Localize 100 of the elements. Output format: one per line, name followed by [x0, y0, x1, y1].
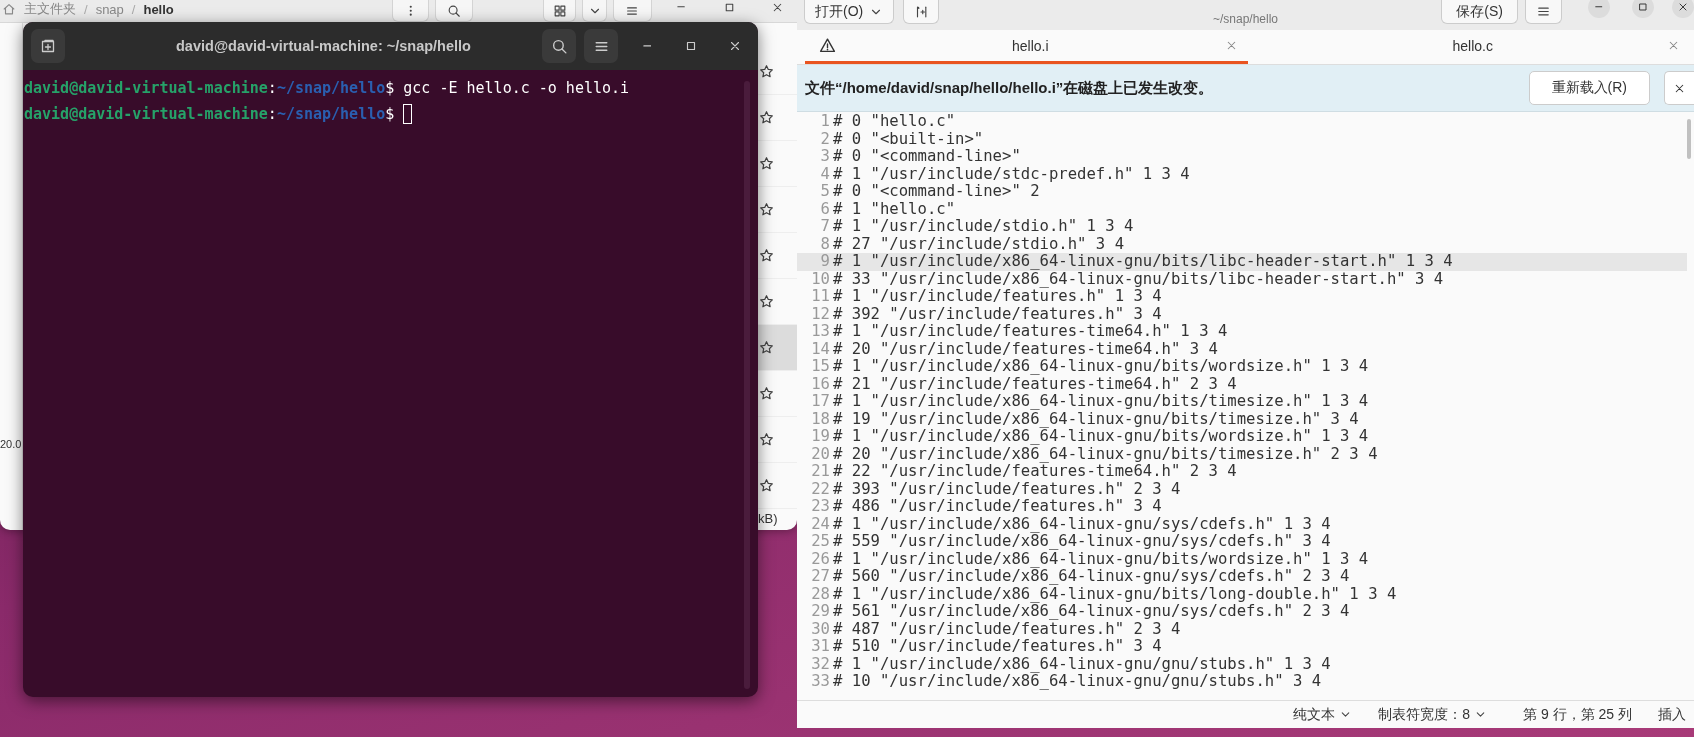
search-button[interactable]: [434, 0, 474, 22]
star-icon[interactable]: [759, 64, 774, 79]
code-line: # 1 "/usr/include/features.h" 1 3 4: [833, 288, 1162, 306]
star-icon[interactable]: [759, 340, 774, 355]
language-dropdown[interactable]: 纯文本: [1293, 705, 1353, 724]
size-text: 20.0: [0, 438, 22, 450]
code-line: # 1 "/usr/include/features-time64.h" 1 3 4: [833, 323, 1229, 341]
search-button[interactable]: [542, 29, 576, 63]
star-icon[interactable]: [759, 478, 774, 493]
new-document-icon: [914, 4, 929, 19]
code-line: # 10 "/usr/include/x86_64-linux-gnu/gnu/stubs.h" 3 4: [833, 673, 1323, 691]
size-text: kB): [757, 510, 779, 526]
scrollbar[interactable]: [1687, 119, 1691, 159]
line-number: 10: [810, 270, 831, 288]
menu-button[interactable]: [584, 29, 618, 63]
grid-icon: [552, 3, 567, 18]
code-line: # 0 "<built-in>": [833, 130, 985, 148]
line-number: 26: [810, 550, 831, 568]
code-line: # 1 "/usr/include/stdc-predef.h" 1 3 4: [833, 165, 1191, 183]
code-line: # 561 "/usr/include/x86_64-linux-gnu/sys/cdefs.h" 2 3 4: [833, 603, 1351, 621]
line-number: 12: [810, 305, 831, 323]
code-line: # 1 "/usr/include/stdio.h" 1 3 4: [833, 218, 1135, 236]
new-document-button[interactable]: [903, 0, 940, 24]
line-number: 13: [810, 323, 831, 341]
line-number: 28: [810, 585, 831, 603]
line-number: 30: [810, 620, 831, 638]
line-number: 17: [810, 393, 831, 411]
code-line: # 486 "/usr/include/features.h" 3 4: [833, 498, 1163, 516]
open-button[interactable]: 打开(O): [804, 0, 895, 24]
cursor-position: 第 9 行，第 25 列: [1523, 705, 1632, 724]
line-number: 15: [810, 358, 831, 376]
star-icon[interactable]: [759, 432, 774, 447]
code-line: # 0 "<command-line>" 2: [833, 183, 1041, 201]
line-number: 3: [819, 148, 831, 166]
new-tab-icon: [40, 38, 56, 54]
close-icon: [1677, 1, 1689, 13]
line-number: 20: [810, 445, 831, 463]
tab[interactable]: hello.c: [1247, 30, 1690, 64]
star-icon[interactable]: [759, 156, 774, 171]
line-number: 2: [819, 130, 831, 148]
close-button[interactable]: [1672, 0, 1694, 18]
line-number: 27: [810, 568, 831, 586]
line-number: 24: [810, 515, 831, 533]
breadcrumb-separator: /: [84, 1, 88, 17]
kebab-icon: [408, 4, 413, 17]
maximize-icon: [1637, 1, 1649, 13]
line-number: 8: [819, 235, 831, 253]
code-line: # 21 "/usr/include/features-time64.h" 2 3 4: [833, 375, 1237, 393]
line-number: 11: [810, 288, 831, 306]
tab-width-dropdown[interactable]: 制表符宽度：8: [1378, 705, 1488, 724]
code-line: # 20 "/usr/include/x86_64-linux-gnu/bits/timesize.h" 2 3 4: [833, 445, 1379, 463]
code-line: # 1 "/usr/include/x86_64-linux-gnu/bits/timesize.h" 1 3 4: [833, 393, 1370, 411]
code-line: # 1 "hello.c": [833, 200, 957, 218]
close-icon[interactable]: [1667, 39, 1680, 52]
code-line: # 393 "/usr/include/features.h" 2 3 4: [833, 480, 1182, 498]
line-number: 21: [810, 463, 831, 481]
line-number: 19: [810, 428, 831, 446]
code-line: # 1 "/usr/include/x86_64-linux-gnu/bits/wordsize.h" 1 3 4: [833, 428, 1370, 446]
minimize-icon: [676, 6, 685, 8]
star-icon[interactable]: [759, 294, 774, 309]
search-icon: [550, 37, 568, 55]
line-number: 5: [819, 183, 831, 201]
line-number: 29: [810, 603, 831, 621]
code-line: # 0 "<command-line>": [833, 148, 1022, 166]
line-number: 16: [810, 375, 831, 393]
line-number: 14: [810, 340, 831, 358]
star-icon[interactable]: [759, 248, 774, 263]
menu-button[interactable]: [1525, 0, 1562, 24]
search-icon: [447, 3, 462, 18]
info-message: 文件“/home/david/snap/hello/hello.i”在磁盘上已发生改变。: [805, 78, 1215, 98]
code-line: # 1 "/usr/include/x86_64-linux-gnu/gnu/stubs.h" 1 3 4: [833, 655, 1332, 673]
view-options-button[interactable]: [582, 0, 608, 22]
line-number: 18: [810, 410, 831, 428]
breadcrumb-item[interactable]: hello: [143, 1, 174, 17]
view-button[interactable]: [543, 0, 577, 22]
reload-button[interactable]: 重新载入(R): [1528, 71, 1650, 105]
code-line: # 487 "/usr/include/features.h" 2 3 4: [833, 620, 1181, 638]
line-number: 9: [797, 253, 833, 271]
maximize-icon: [684, 39, 698, 53]
minimize-icon: [642, 45, 652, 47]
code-line: # 559 "/usr/include/x86_64-linux-gnu/sys/cdefs.h" 3 4: [833, 533, 1332, 551]
terminal-line: david@david-virtual-machine:~/snap/hello$ gcc -E hello.c -o hello.i: [24, 78, 630, 99]
line-number: 31: [810, 638, 831, 656]
save-button[interactable]: 保存(S): [1441, 0, 1518, 24]
star-icon[interactable]: [759, 110, 774, 125]
terminal-line: david@david-virtual-machine:~/snap/hello$: [24, 104, 395, 125]
code-line: # 1 "/usr/include/x86_64-linux-gnu/sys/cdefs.h" 1 3 4: [833, 515, 1332, 533]
star-icon[interactable]: [759, 202, 774, 217]
star-icon[interactable]: [759, 386, 774, 401]
new-tab-button[interactable]: [31, 29, 65, 63]
window-title: david@david-virtual-machine: ~/snap/hello: [175, 38, 472, 54]
code-line: # 1 "/usr/include/x86_64-linux-gnu/bits/wordsize.h" 1 3 4: [833, 358, 1370, 376]
minimize-icon: [1595, 6, 1603, 8]
code-line: # 0 "hello.c": [833, 113, 957, 131]
code-line: # 510 "/usr/include/features.h" 3 4: [833, 638, 1163, 656]
breadcrumb-separator: /: [131, 1, 136, 17]
window-subtitle: ~/snap/hello: [1212, 12, 1279, 26]
code-line: # 22 "/usr/include/features-time64.h" 2 3 4: [833, 463, 1237, 481]
home-icon[interactable]: [2, 2, 16, 16]
code-line: # 19 "/usr/include/x86_64-linux-gnu/bits/timesize.h" 3 4: [833, 410, 1360, 428]
